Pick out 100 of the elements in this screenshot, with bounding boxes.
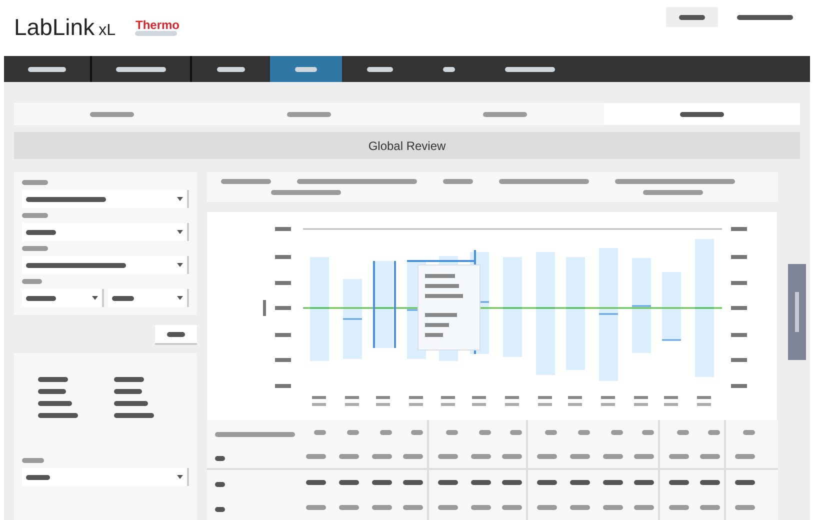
blurred-text (38, 401, 72, 406)
blurred-text (677, 430, 689, 435)
blurred-text (643, 190, 703, 195)
blurred-text (603, 454, 623, 459)
blurred-text (471, 505, 491, 510)
blurred-text (367, 66, 393, 72)
blurred-text (28, 66, 66, 72)
axis-tick-label (275, 333, 291, 337)
blurred-text (411, 430, 423, 435)
blurred-text (537, 454, 557, 459)
blurred-text (403, 505, 423, 510)
blurred-text (735, 454, 755, 459)
blurred-text (735, 480, 755, 485)
category-label (538, 396, 552, 406)
blurred-text (603, 505, 623, 510)
axis-tick-label (731, 227, 747, 231)
dropdown[interactable] (22, 289, 104, 307)
blurred-text (669, 480, 689, 485)
blurred-text (603, 480, 623, 485)
blurred-text (537, 480, 557, 485)
blurred-text (38, 413, 78, 418)
blurred-text (295, 66, 317, 72)
blurred-text (339, 505, 359, 510)
blurred-text (215, 456, 225, 460)
blurred-text (545, 430, 557, 435)
blurred-text (505, 66, 555, 72)
blurred-text (372, 454, 392, 459)
section-title: Global Review (14, 132, 800, 159)
blurred-text (286, 112, 331, 116)
blurred-text (271, 190, 341, 195)
blurred-text (26, 230, 56, 234)
blurred-text (22, 213, 48, 218)
blurred-text (221, 179, 271, 184)
blurred-text (339, 480, 359, 485)
blurred-text (438, 505, 458, 510)
category-label (409, 396, 423, 406)
category-label (601, 396, 615, 406)
blurred-text (669, 454, 689, 459)
category-label (505, 396, 519, 406)
blurred-text (471, 480, 491, 485)
blurred-text (700, 505, 720, 510)
blurred-text (22, 279, 42, 284)
blurred-text (135, 30, 178, 36)
axis-tick-label (731, 358, 747, 362)
blurred-text (114, 401, 148, 406)
caret-icon (177, 475, 183, 479)
category-label (568, 396, 582, 406)
blurred-text (578, 430, 590, 435)
blurred-text (372, 505, 392, 510)
blurred-text (22, 458, 44, 463)
blurred-text (339, 454, 359, 459)
blurred-text (570, 454, 590, 459)
blurred-text (403, 454, 423, 459)
blurred-text (38, 377, 68, 382)
category-label (472, 396, 486, 406)
blurred-text (22, 246, 48, 251)
blurred-text (38, 389, 66, 394)
blurred-text (502, 454, 522, 459)
blurred-text (403, 480, 423, 485)
blurred-text (438, 454, 458, 459)
category-label (376, 396, 390, 406)
blurred-text (306, 454, 326, 459)
axis-tick-label (731, 306, 747, 310)
blurred-text (26, 474, 50, 480)
blurred-text (735, 505, 755, 510)
axis-title (263, 300, 266, 316)
blurred-text (116, 66, 166, 72)
axis-tick-label (275, 255, 291, 259)
axis-tick-label (275, 281, 291, 285)
dropdown[interactable] (22, 468, 189, 486)
axis-tick-label (275, 227, 291, 231)
blurred-text (114, 389, 142, 394)
dropdown[interactable] (22, 223, 189, 241)
blurred-text (215, 506, 225, 512)
axis-tick-label (275, 358, 291, 362)
axis-tick-label (275, 306, 291, 310)
dropdown[interactable] (108, 289, 189, 307)
axis-tick-label (275, 384, 291, 388)
blurred-text (443, 179, 473, 184)
blurred-text (114, 377, 144, 382)
sub-tab[interactable] (604, 103, 800, 125)
header-button[interactable] (666, 7, 718, 27)
blurred-text (510, 430, 522, 435)
blurred-text (306, 505, 326, 510)
dropdown[interactable] (22, 190, 189, 208)
blurred-text (669, 505, 689, 510)
dropdown[interactable] (22, 256, 189, 274)
blurred-text (347, 430, 359, 435)
blurred-text (502, 480, 522, 485)
axis-tick-label (731, 333, 747, 337)
blurred-text (215, 482, 225, 486)
caret-icon (177, 296, 183, 300)
blurred-text (26, 296, 56, 300)
axis-tick-label (731, 384, 747, 388)
apply-button[interactable] (155, 325, 197, 345)
blurred-text (438, 480, 458, 485)
caret-icon (177, 263, 183, 267)
blurred-text (22, 180, 48, 185)
blurred-text (112, 296, 134, 300)
axis-tick-label (731, 281, 747, 285)
